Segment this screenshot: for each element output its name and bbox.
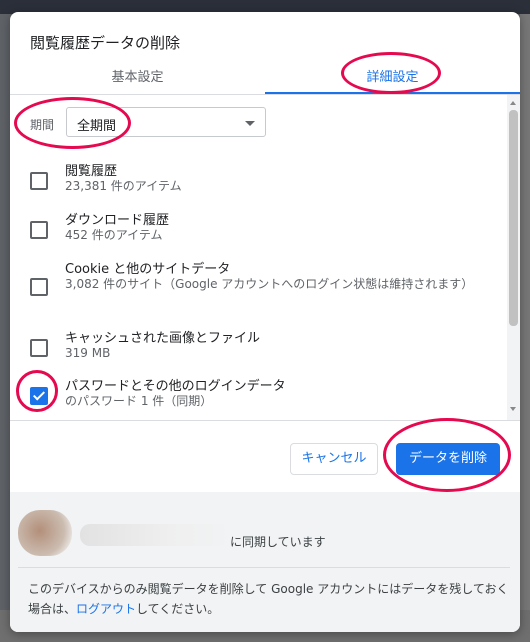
delete-data-button[interactable]: データを削除: [396, 443, 500, 475]
footer-text-after: してください。: [136, 602, 220, 616]
options-scroll-area[interactable]: 期間 全期間 閲覧履歴 23,381 件のアイテム ダウンロード履歴 452 件…: [10, 95, 520, 420]
option-subtitle: 23,381 件のアイテム: [65, 179, 182, 193]
cancel-button[interactable]: キャンセル: [290, 443, 378, 475]
background-page: [520, 14, 530, 642]
checkbox-cookies[interactable]: [30, 278, 48, 296]
checkbox-passwords[interactable]: [30, 387, 48, 405]
tab-advanced[interactable]: 詳細設定: [265, 66, 520, 85]
scrollbar-thumb[interactable]: [509, 110, 518, 326]
divider: [10, 420, 520, 421]
option-subtitle: のパスワード 1 件（同期）: [65, 394, 213, 408]
period-label: 期間: [30, 118, 55, 132]
option-subtitle: 3,082 件のサイト（Google アカウントへのログイン状態は維持されます）: [65, 277, 474, 291]
checkbox-cache[interactable]: [30, 339, 48, 357]
avatar: [18, 510, 72, 556]
divider: [18, 567, 510, 568]
chevron-down-icon: [245, 121, 255, 126]
footer-text: このデバイスからのみ閲覧データを削除して Google アカウントにはデータを残…: [28, 579, 513, 619]
checkbox-download-history[interactable]: [30, 221, 48, 239]
scroll-down-icon[interactable]: [510, 407, 516, 411]
sync-info-area: に同期しています このデバイスからのみ閲覧データを削除して Google アカウ…: [10, 492, 520, 632]
dialog-title: 閲覧履歴データの削除: [30, 34, 181, 52]
blurred-account-name: [80, 524, 230, 546]
checkbox-browsing-history[interactable]: [30, 172, 48, 190]
option-subtitle: 452 件のアイテム: [65, 228, 163, 242]
option-subtitle: 319 MB: [65, 346, 111, 360]
sync-status-text: に同期しています: [230, 535, 326, 549]
period-select[interactable]: 全期間: [66, 107, 266, 137]
logout-link[interactable]: ログアウト: [76, 602, 136, 616]
tab-basic[interactable]: 基本設定: [10, 66, 265, 85]
tab-active-indicator: [265, 92, 520, 94]
scroll-up-icon[interactable]: [510, 101, 516, 105]
clear-browsing-data-dialog: 閲覧履歴データの削除 基本設定 詳細設定 期間 全期間 閲覧履歴 23,381 …: [10, 12, 520, 632]
period-select-value: 全期間: [77, 119, 117, 134]
